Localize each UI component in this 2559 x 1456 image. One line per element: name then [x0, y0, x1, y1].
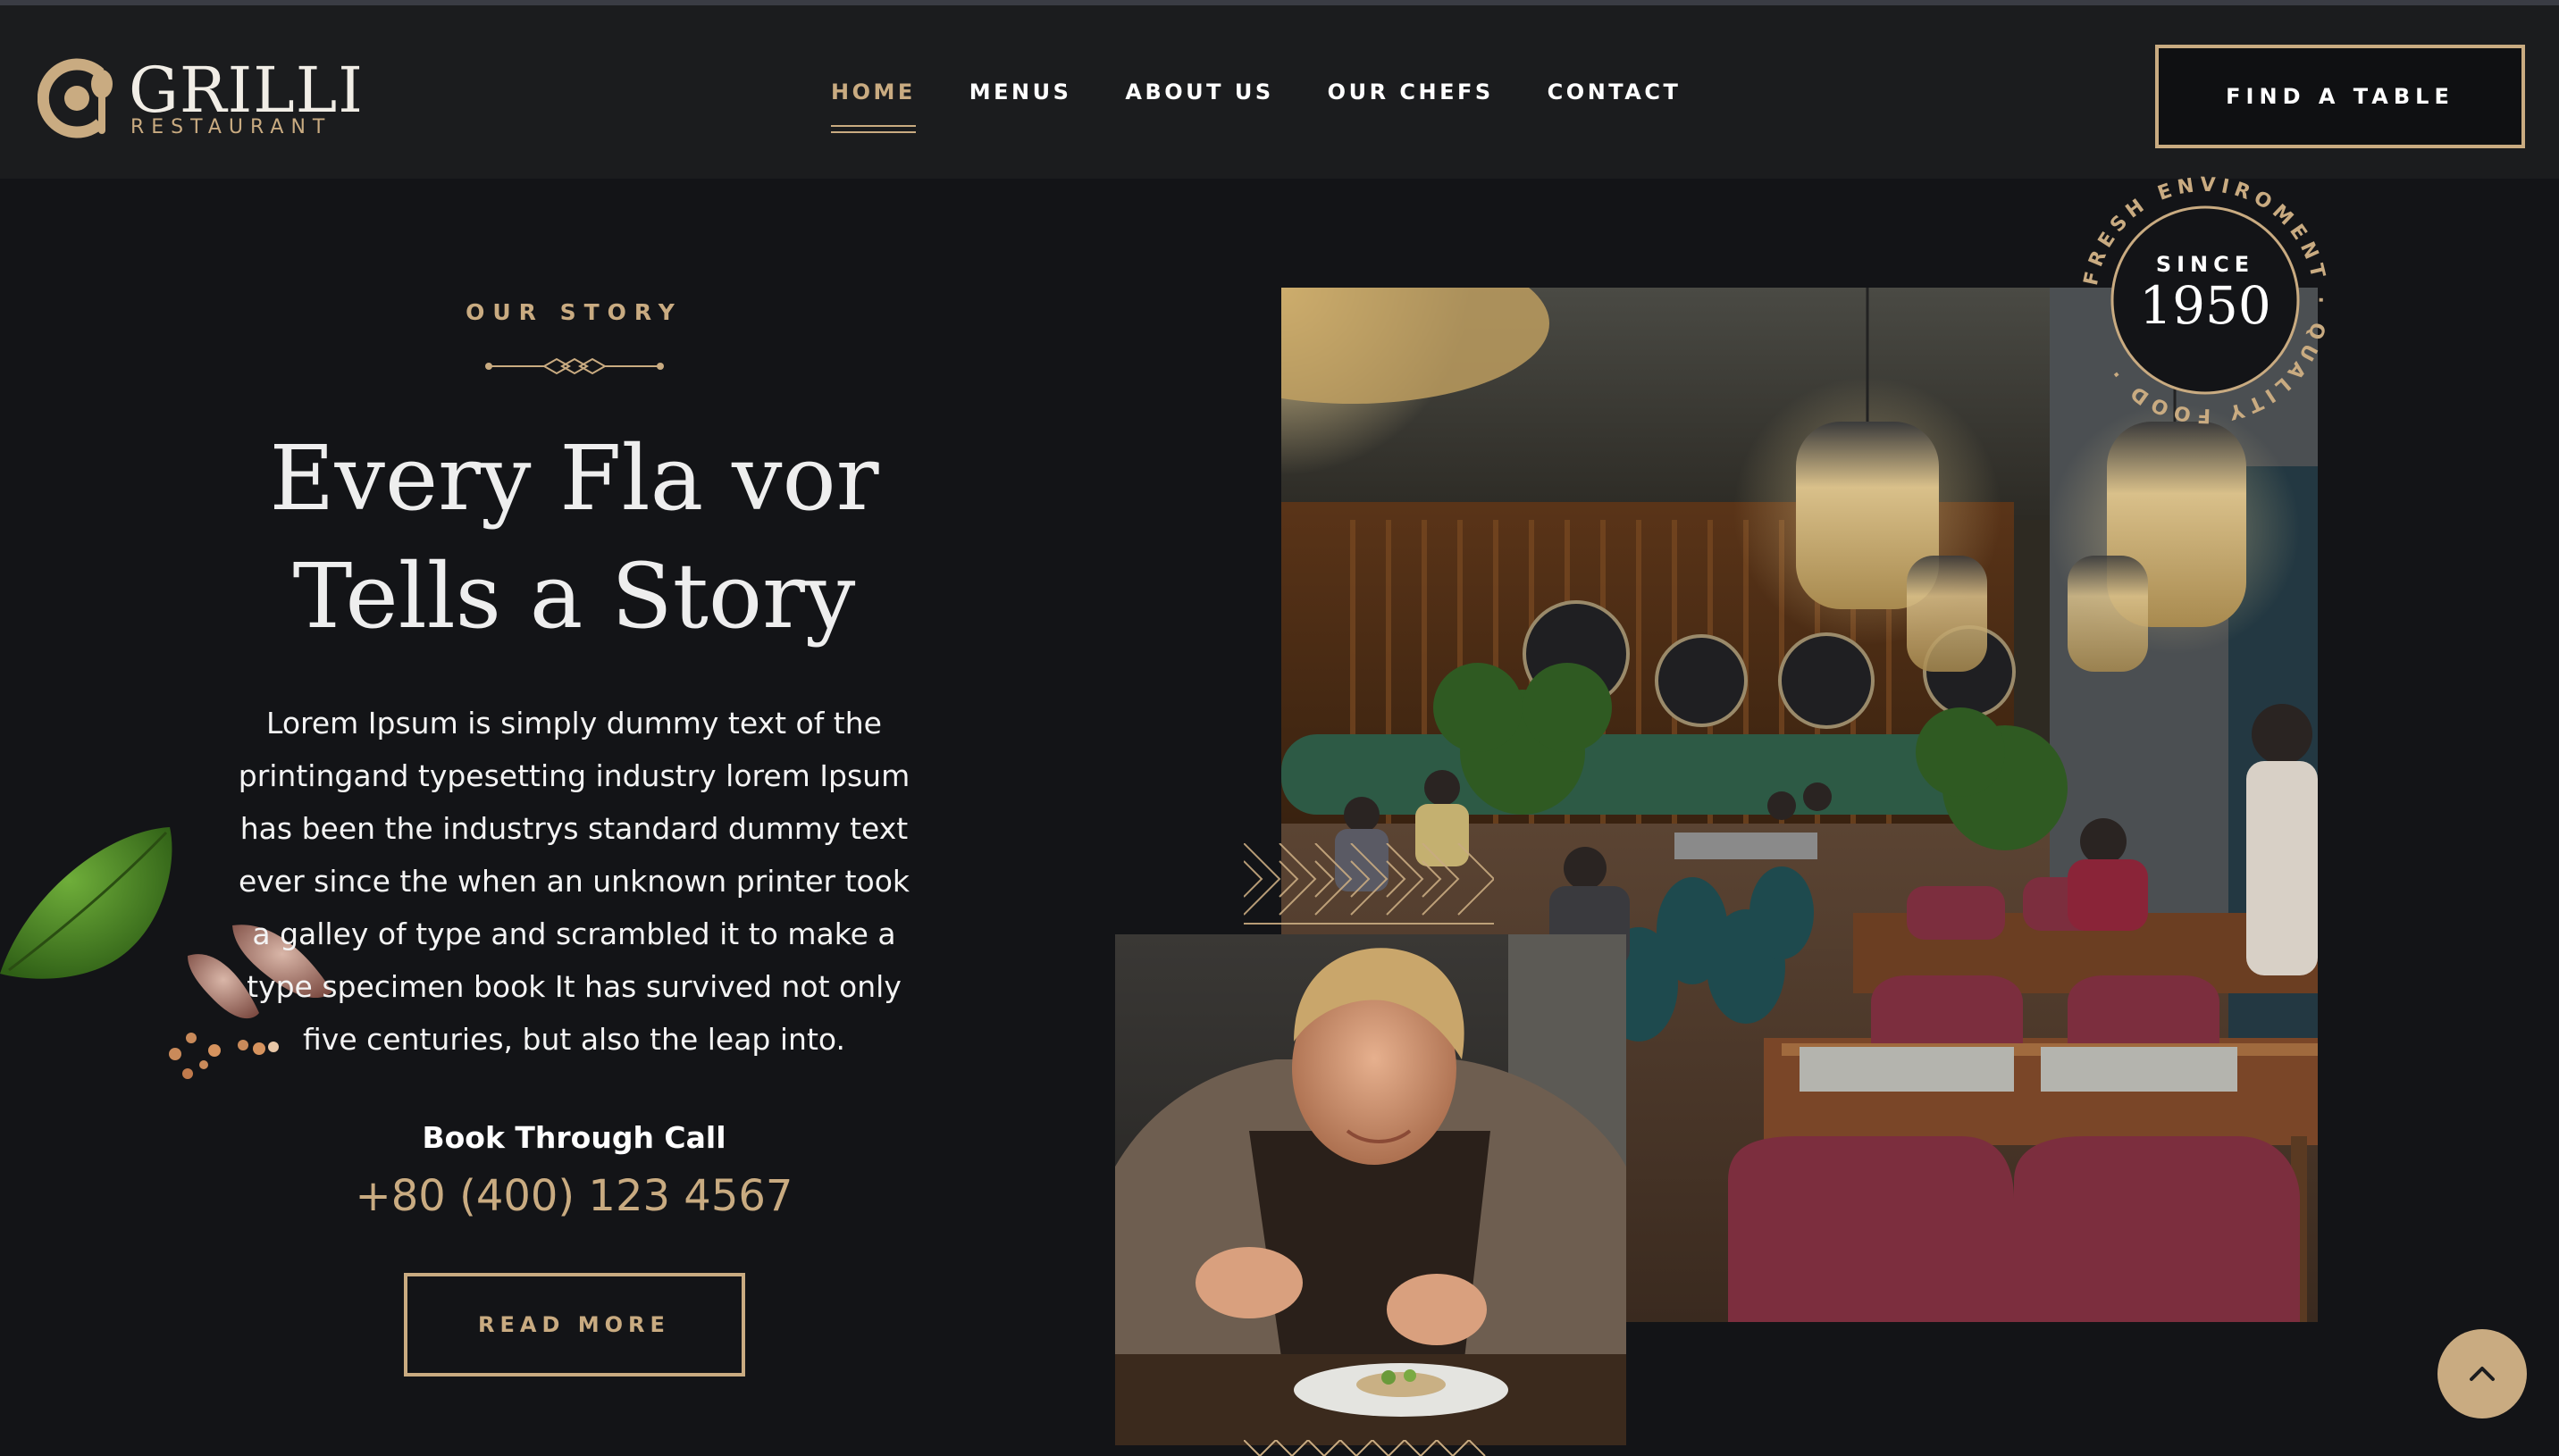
nav-home[interactable]: HOME: [831, 77, 916, 133]
badge-since-label: SINCE: [2155, 252, 2255, 277]
nav-about-us[interactable]: ABOUT US: [1125, 77, 1273, 121]
nav-menus[interactable]: MENUS: [969, 77, 1072, 121]
our-story-section: OUR STORY Every Fla vor Tells a Story Lo…: [179, 295, 969, 1377]
nav-our-chefs[interactable]: OUR CHEFS: [1328, 77, 1494, 121]
nav-contact[interactable]: CONTACT: [1548, 77, 1682, 121]
brand-logo[interactable]: GRILLI RESTAURANT: [38, 54, 363, 143]
main-nav: HOME MENUS ABOUT US OUR CHEFS CONTACT: [831, 77, 1734, 133]
phone-number-link[interactable]: +80 (400) 123 4567: [179, 1167, 969, 1225]
ornament-divider: [484, 357, 664, 375]
section-eyebrow: OUR STORY: [466, 299, 683, 325]
nav-home-label: HOME: [831, 79, 916, 105]
chevron-up-icon: [2470, 1367, 2495, 1381]
find-a-table-button[interactable]: FIND A TABLE: [2155, 45, 2525, 148]
nav-active-indicator: [831, 125, 916, 133]
story-body-text: Lorem Ipsum is simply dummy text of the …: [238, 706, 910, 1057]
headline-line-2: Tells a Story: [292, 544, 856, 649]
site-header: GRILLI RESTAURANT HOME MENUS ABOUT US OU…: [0, 5, 2559, 179]
badge-year: 1950: [2139, 275, 2271, 336]
chef-plating-image: [1115, 934, 1626, 1445]
brand-subtitle: RESTAURANT: [130, 116, 332, 138]
page: GRILLI RESTAURANT HOME MENUS ABOUT US OU…: [0, 0, 2559, 1456]
headline-line-1: Every Fla vor: [269, 426, 879, 531]
chef-plating-illustration: [1115, 934, 1626, 1445]
gold-pattern-decoration-bottom: [1244, 1440, 1486, 1456]
scroll-to-top-button[interactable]: [2437, 1329, 2527, 1418]
book-through-call-label: Book Through Call: [422, 1120, 726, 1155]
since-badge: FRESH ENVIROMENT · QUALITY FOOD · SINCE …: [2080, 174, 2330, 427]
read-more-button[interactable]: READ MORE: [403, 1273, 745, 1377]
plate-spoon-icon: [38, 58, 113, 138]
gold-pattern-decoration: [1244, 843, 1494, 925]
section-headline: Every Fla vor Tells a Story: [179, 420, 969, 656]
